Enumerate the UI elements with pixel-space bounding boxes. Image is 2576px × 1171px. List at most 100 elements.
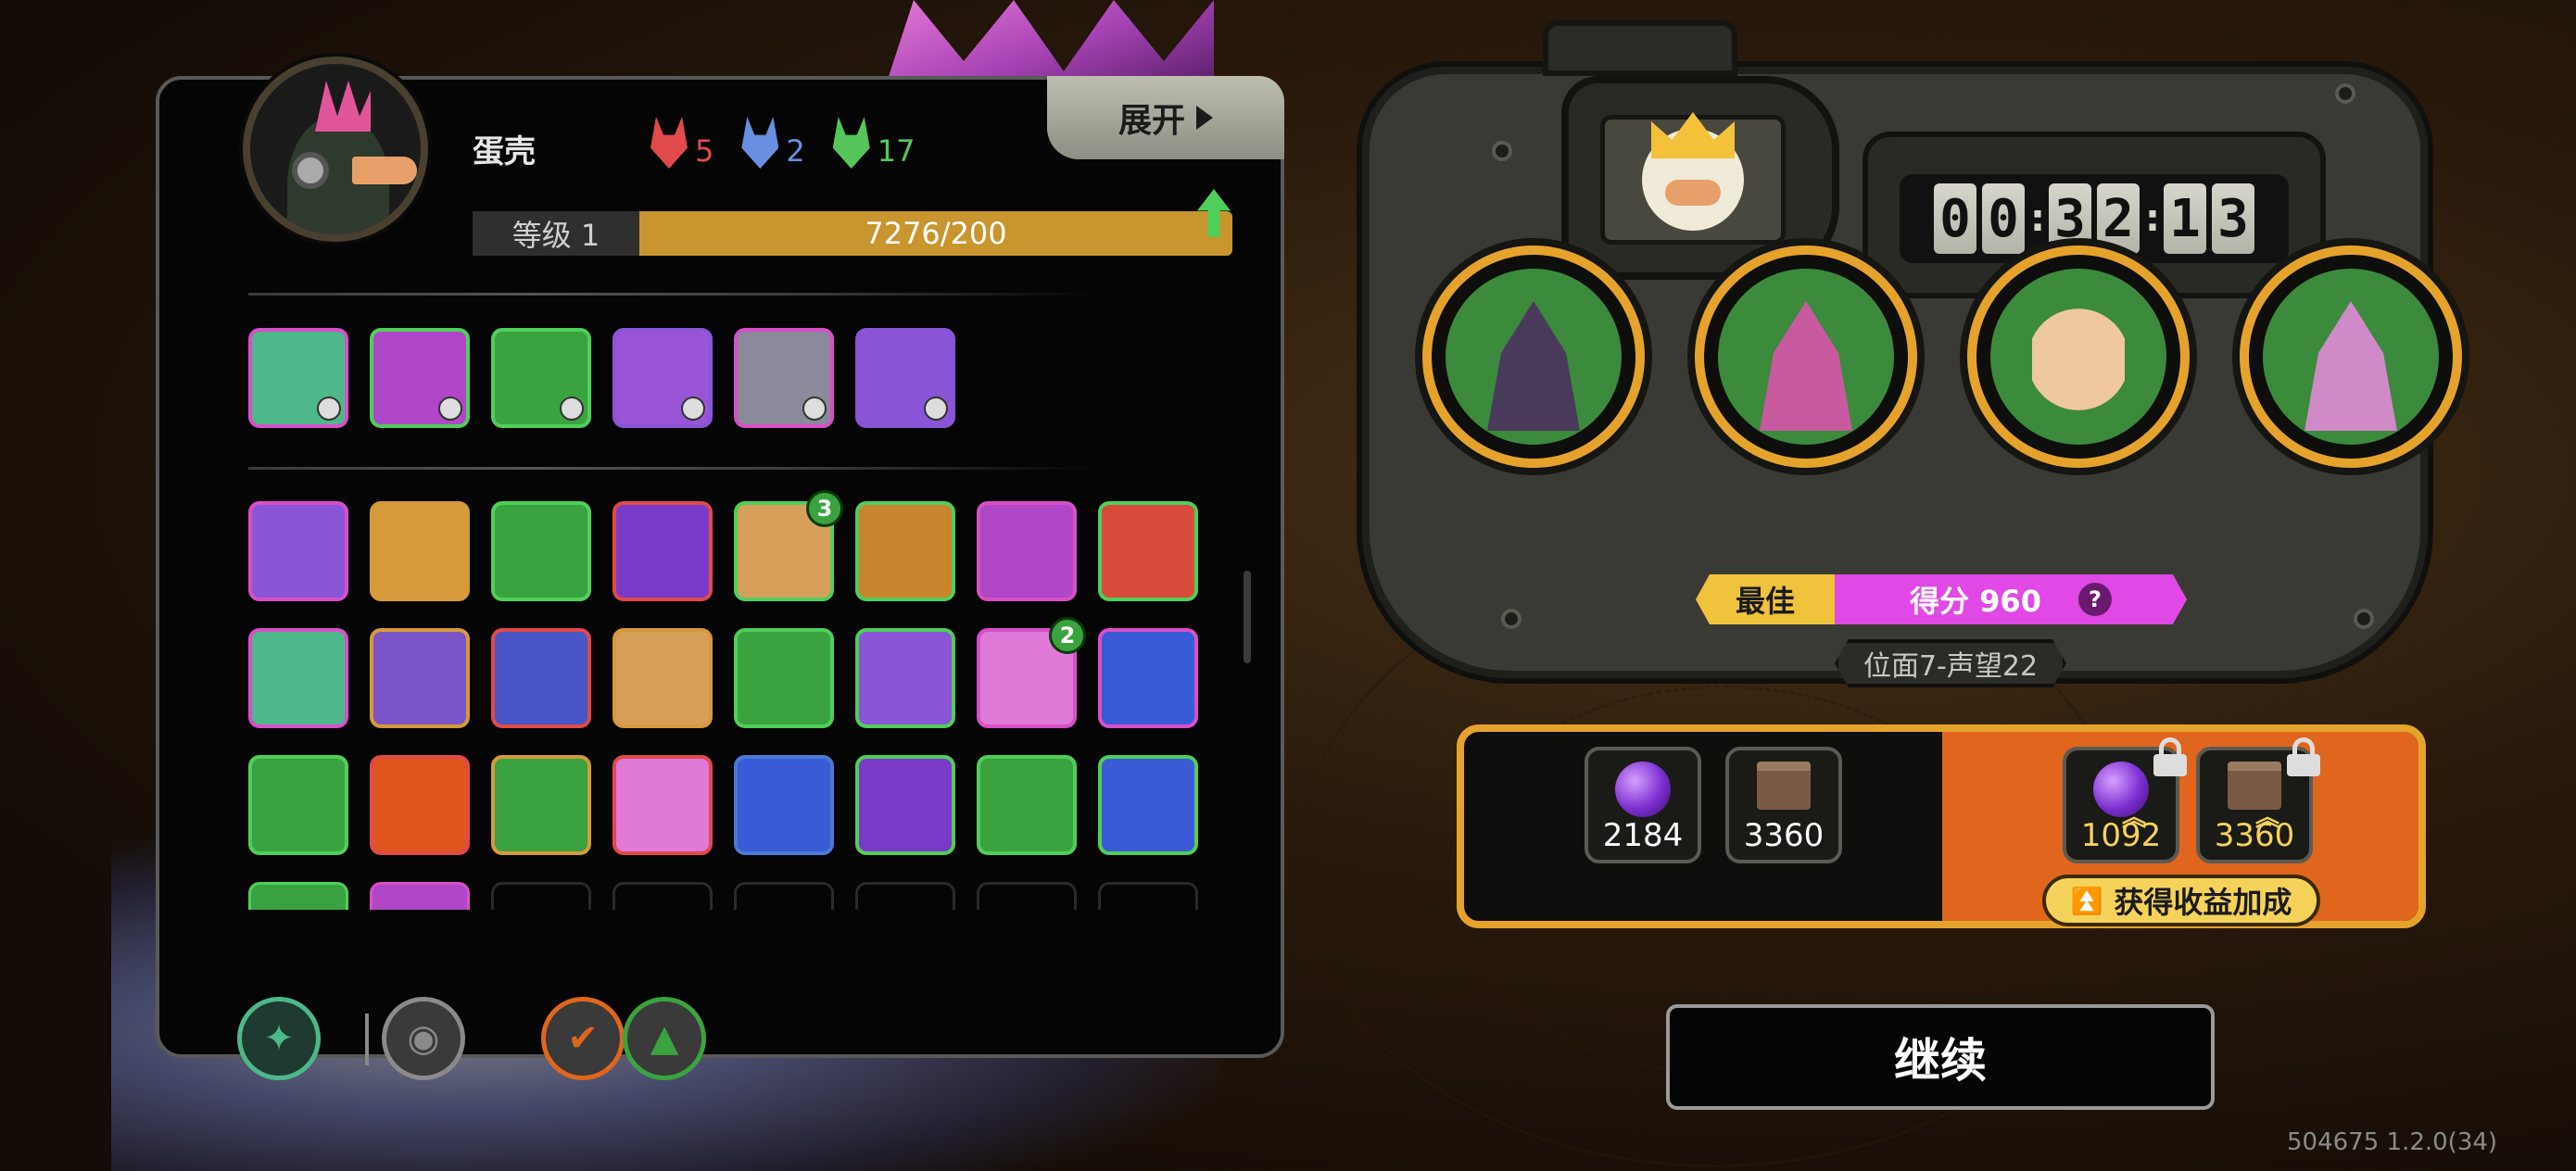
bonus-button[interactable]: ⏫ 获得收益加成 bbox=[2042, 875, 2320, 926]
hooded-boss-portrait[interactable] bbox=[1422, 246, 1645, 468]
inventory-slot bbox=[612, 882, 713, 910]
inventory-slot bbox=[977, 882, 1077, 910]
mask-item-icon[interactable] bbox=[491, 628, 591, 728]
jaw-boss-portrait[interactable] bbox=[1695, 246, 1917, 468]
hooded-boss-icon bbox=[1487, 301, 1580, 431]
triangle-tab-button[interactable]: ▲ bbox=[623, 997, 706, 1080]
hammer-skill-icon[interactable] bbox=[612, 328, 713, 428]
pet-tab-button[interactable]: ◉ bbox=[382, 997, 465, 1080]
arrows-item-icon[interactable] bbox=[977, 501, 1077, 601]
timer-digit: 3 bbox=[2212, 183, 2254, 254]
tab-separator bbox=[365, 1014, 369, 1065]
skill-tab-button[interactable]: ✦ bbox=[237, 997, 321, 1080]
flower-boss-icon bbox=[2305, 301, 2397, 431]
blue-mask-count: 2 bbox=[786, 133, 805, 169]
green-mask-stat: 17 bbox=[832, 117, 915, 169]
console-top-cap bbox=[1543, 20, 1737, 76]
demon-item-icon[interactable] bbox=[248, 755, 348, 855]
rank-badge-icon bbox=[681, 397, 705, 421]
waterfall-item-icon[interactable] bbox=[1098, 755, 1198, 855]
timer-digit: 3 bbox=[2049, 183, 2091, 254]
skill-tab-icon: ✦ bbox=[263, 1017, 295, 1060]
shard-item-icon[interactable] bbox=[491, 501, 591, 601]
stage-label: 位面7-声望22 bbox=[1835, 639, 2066, 687]
rank-badge-icon bbox=[924, 397, 948, 421]
rank-badge-icon bbox=[438, 397, 462, 421]
continue-button[interactable]: 继续 bbox=[1666, 1004, 2215, 1110]
cursor-item-icon[interactable] bbox=[977, 755, 1077, 855]
orb-icon bbox=[1615, 762, 1671, 817]
timer-digit: 2 bbox=[2097, 183, 2140, 254]
rank-badge-icon bbox=[802, 397, 827, 421]
inventory-slot bbox=[855, 882, 955, 910]
fire-face-item-icon[interactable] bbox=[370, 755, 470, 855]
bonus-chevron-icon: ︽ bbox=[2122, 804, 2147, 832]
book-icon bbox=[1757, 762, 1811, 810]
tower-item-icon[interactable] bbox=[248, 501, 348, 601]
book-amount: 3360 bbox=[2214, 817, 2295, 854]
jaw-boss-icon bbox=[1760, 301, 1852, 431]
double-chevron-up-icon: ⏫ bbox=[2070, 885, 2103, 916]
orb-bonus: 1092 ︽ bbox=[2063, 737, 2187, 863]
spikes-item-icon[interactable] bbox=[855, 501, 955, 601]
wings-item-icon[interactable] bbox=[734, 628, 834, 728]
player-name: 蛋壳 bbox=[473, 133, 536, 170]
mask-stats: 5 2 17 bbox=[650, 117, 915, 169]
green-mask-count: 17 bbox=[877, 133, 915, 169]
inventory-slot bbox=[248, 882, 348, 910]
ghost-item-icon[interactable] bbox=[370, 628, 470, 728]
version-label: 504675 1.2.0(34) bbox=[2287, 1128, 2498, 1156]
shatter-skill-icon[interactable] bbox=[734, 328, 834, 428]
inventory-slot bbox=[734, 882, 834, 910]
bonus-label: 获得收益加成 bbox=[2114, 885, 2292, 920]
red-mask-icon bbox=[650, 117, 688, 169]
expand-button[interactable]: 展开 bbox=[1047, 76, 1284, 159]
player-avatar bbox=[243, 57, 428, 242]
claw-item-icon[interactable] bbox=[1098, 501, 1198, 601]
green-mask-icon bbox=[832, 117, 870, 169]
wind-item-icon[interactable] bbox=[855, 628, 955, 728]
red-mask-stat: 5 bbox=[650, 117, 713, 169]
red-mask-count: 5 bbox=[695, 133, 714, 169]
play-arrow-icon bbox=[1196, 106, 1213, 130]
level-label: 等级 1 bbox=[473, 211, 639, 256]
xp-progress: 7276/200 bbox=[639, 211, 1232, 256]
rank-badge-icon bbox=[317, 397, 341, 421]
afro-boss-icon bbox=[2032, 308, 2125, 410]
score-value: 得分 960 ? bbox=[1835, 574, 2187, 624]
moon-item-icon[interactable] bbox=[612, 501, 713, 601]
level-bar: 等级 1 7276/200 bbox=[473, 211, 1232, 256]
green-flame-skill-icon[interactable] bbox=[491, 328, 591, 428]
inventory-scrollbar[interactable] bbox=[1244, 571, 1251, 663]
divider bbox=[248, 293, 1099, 296]
timer-colon: : bbox=[2145, 197, 2160, 240]
build-panel: 展开 蛋壳 5 2 17 等级 1 7276/200 3 2 ✦ ◉ ✔ ▲ bbox=[156, 57, 1284, 1080]
divider bbox=[248, 467, 1099, 470]
green-shield-item-icon[interactable] bbox=[491, 755, 591, 855]
purple-spike-item-icon[interactable] bbox=[855, 755, 955, 855]
check-tab-button[interactable]: ✔ bbox=[541, 997, 625, 1080]
pet-tab-icon: ◉ bbox=[407, 1017, 440, 1060]
bullet-item-icon[interactable] bbox=[370, 501, 470, 601]
sun-item-icon[interactable] bbox=[612, 628, 713, 728]
eye-item-icon[interactable] bbox=[734, 755, 834, 855]
check-tab-icon: ✔ bbox=[567, 1017, 599, 1060]
banner-skill-icon[interactable] bbox=[370, 328, 470, 428]
pink-burst-item-icon[interactable] bbox=[612, 755, 713, 855]
shield-skill-icon[interactable] bbox=[855, 328, 955, 428]
book-amount: 3360 bbox=[1743, 817, 1825, 854]
inventory-slot bbox=[491, 882, 591, 910]
lightning-item-icon[interactable] bbox=[1098, 628, 1198, 728]
flower-boss-portrait[interactable] bbox=[2240, 246, 2462, 468]
crosshair-skill-icon[interactable] bbox=[248, 328, 348, 428]
afro-boss-portrait[interactable] bbox=[1967, 246, 2190, 468]
blade-item-icon[interactable] bbox=[248, 628, 348, 728]
score-text: 得分 960 bbox=[1910, 584, 2041, 619]
stack-count-badge: 3 bbox=[806, 490, 843, 527]
book-reward: 3360 bbox=[1725, 747, 1842, 863]
book-bonus: 3360 ︽ bbox=[2196, 737, 2320, 863]
stack-count-badge: 2 bbox=[1049, 617, 1086, 654]
timer-digit: 0 bbox=[1982, 183, 2025, 254]
rank-badge-icon bbox=[560, 397, 584, 421]
help-icon[interactable]: ? bbox=[2077, 583, 2112, 616]
